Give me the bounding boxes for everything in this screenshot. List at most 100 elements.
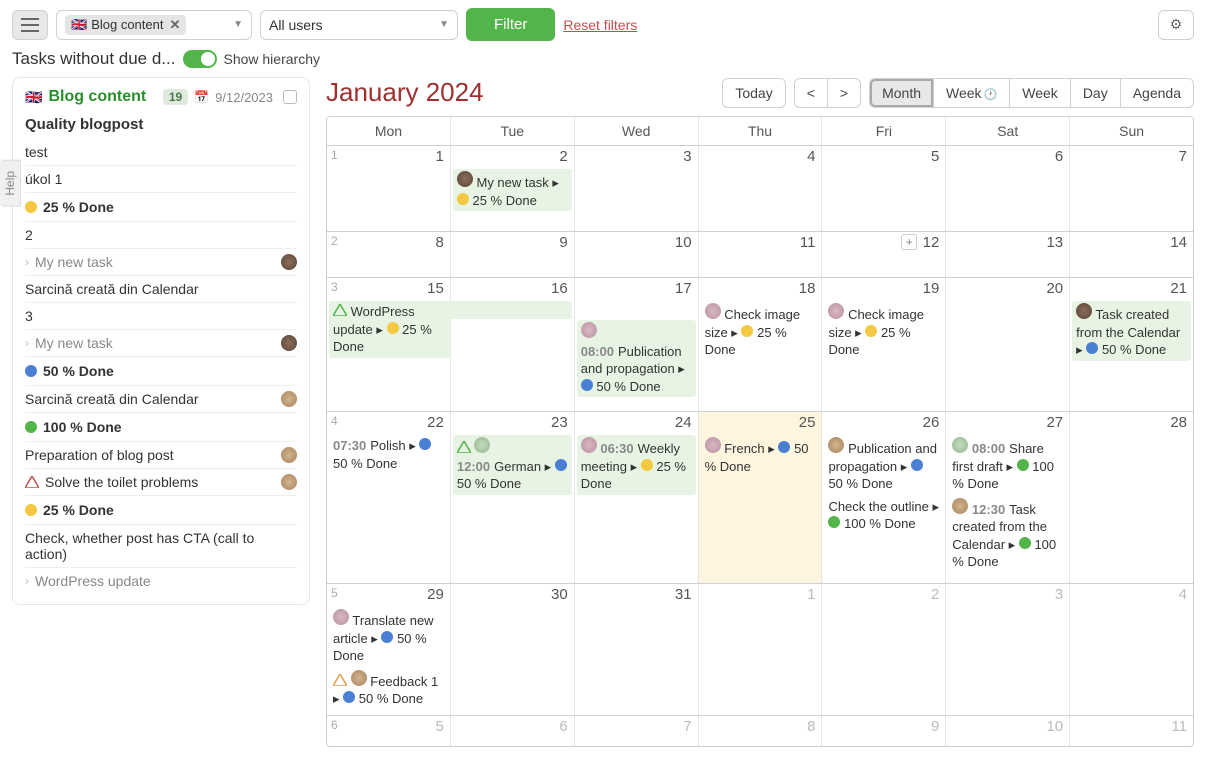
task-item[interactable]: 3 — [25, 303, 297, 330]
calendar-event[interactable]: My new task ▸ 25 % Done — [453, 169, 572, 211]
status-dot-icon — [343, 691, 355, 703]
dow-header: Mon — [327, 117, 451, 145]
calendar-day[interactable]: 12+ — [822, 232, 946, 277]
view-week[interactable]: Week — [1009, 78, 1071, 108]
calendar-day[interactable]: 6 — [451, 716, 575, 746]
calendar-day[interactable]: 29 Translate new article ▸ 50 % Done Fee… — [327, 584, 451, 715]
view-week-work[interactable]: Week🕐 — [933, 78, 1010, 108]
project-header[interactable]: 🇬🇧 Blog content 19 📅 9/12/2023 — [25, 88, 297, 106]
view-month[interactable]: Month — [869, 78, 934, 108]
calendar-day[interactable]: 3 — [946, 584, 1070, 715]
hierarchy-toggle[interactable] — [183, 50, 217, 68]
task-item[interactable]: 2 — [25, 222, 297, 249]
calendar-day[interactable]: 17 08:00Publication and propagation ▸ 50… — [575, 278, 699, 411]
task-item[interactable]: Sarcină creată din Calendar — [25, 386, 297, 413]
calendar-event[interactable]: Publication and propagation ▸ 50 % Done — [824, 435, 943, 495]
filter-button[interactable]: Filter — [466, 8, 555, 41]
prev-button[interactable]: < — [794, 78, 828, 108]
task-item[interactable]: Sarcină creată din Calendar — [25, 276, 297, 303]
reset-filters-link[interactable]: Reset filters — [563, 17, 637, 33]
calendar-event[interactable]: 06:30Weekly meeting ▸ 25 % Done — [577, 435, 696, 495]
calendar-day[interactable]: 15 WordPress update ▸ 25 % Done — [327, 278, 451, 411]
help-tab[interactable]: Help — [0, 160, 21, 207]
calendar-day[interactable]: 4 — [1070, 584, 1193, 715]
calendar-day[interactable]: 18 Check image size ▸ 25 % Done — [699, 278, 823, 411]
next-button[interactable]: > — [827, 78, 861, 108]
remove-chip-icon[interactable]: ✕ — [169, 17, 180, 33]
calendar-day[interactable]: 2 — [822, 584, 946, 715]
calendar-day[interactable]: 10 — [575, 232, 699, 277]
project-dropdown[interactable]: 🇬🇧 Blog content ✕ ▼ — [56, 10, 252, 40]
calendar-event[interactable]: French ▸ 50 % Done — [701, 435, 820, 477]
calendar-day[interactable]: 11 — [1070, 716, 1193, 746]
task-item[interactable]: ›My new task — [25, 330, 297, 357]
expander-icon[interactable]: › — [25, 255, 29, 269]
calendar-event[interactable]: Check image size ▸ 25 % Done — [824, 301, 943, 361]
calendar-day[interactable]: 14 — [1070, 232, 1193, 277]
calendar-day[interactable]: 1 — [327, 146, 451, 231]
calendar-day[interactable]: 8 — [699, 716, 823, 746]
project-checkbox[interactable] — [283, 90, 297, 104]
calendar-day[interactable]: 16 — [451, 278, 575, 411]
today-button[interactable]: Today — [722, 78, 785, 108]
calendar-event[interactable]: 12:00German ▸ 50 % Done — [453, 435, 572, 495]
users-dropdown[interactable]: All users ▼ — [260, 10, 458, 40]
project-chip[interactable]: 🇬🇧 Blog content ✕ — [65, 15, 186, 35]
calendar-day[interactable]: 7 — [575, 716, 699, 746]
calendar-day-today[interactable]: 25 French ▸ 50 % Done — [699, 412, 823, 583]
calendar-event[interactable]: Feedback 1 ▸ 50 % Done — [329, 668, 448, 710]
task-item[interactable]: ›My new task — [25, 249, 297, 276]
task-item[interactable]: ›WordPress update — [25, 568, 297, 594]
calendar-event[interactable]: Task created from the Calendar ▸ 50 % Do… — [1072, 301, 1191, 361]
calendar-day[interactable]: 7 — [1070, 146, 1193, 231]
calendar-event[interactable]: 08:00Share first draft ▸ 100 % Done — [948, 435, 1067, 495]
calendar-day[interactable]: 9 — [822, 716, 946, 746]
calendar-event[interactable]: 07:30Polish ▸ 50 % Done — [329, 435, 448, 474]
calendar-day[interactable]: 2 My new task ▸ 25 % Done — [451, 146, 575, 231]
task-item[interactable]: Solve the toilet problems — [25, 469, 297, 496]
calendar-day[interactable]: 5 — [327, 716, 451, 746]
calendar-event[interactable]: Check image size ▸ 25 % Done — [701, 301, 820, 361]
calendar-day[interactable]: 9 — [451, 232, 575, 277]
calendar-day[interactable]: 26 Publication and propagation ▸ 50 % Do… — [822, 412, 946, 583]
calendar-day[interactable]: 6 — [946, 146, 1070, 231]
add-event-button[interactable]: + — [901, 234, 917, 250]
view-agenda[interactable]: Agenda — [1120, 78, 1194, 108]
calendar-day[interactable]: 28 — [1070, 412, 1193, 583]
calendar-day[interactable]: 19 Check image size ▸ 25 % Done — [822, 278, 946, 411]
calendar-day[interactable]: 30 — [451, 584, 575, 715]
calendar-day[interactable]: 4 — [699, 146, 823, 231]
task-item[interactable]: Check, whether post has CTA (call to act… — [25, 525, 297, 568]
view-day[interactable]: Day — [1070, 78, 1121, 108]
calendar-event[interactable]: 08:00Publication and propagation ▸ 50 % … — [577, 320, 696, 397]
avatar — [828, 303, 844, 319]
calendar-day[interactable]: 10 — [946, 716, 1070, 746]
settings-button[interactable]: ⚙ — [1158, 10, 1194, 40]
calendar-event[interactable]: 12:30Task created from the Calendar ▸ 10… — [948, 496, 1067, 573]
calendar-day[interactable]: 31 — [575, 584, 699, 715]
calendar-day[interactable]: 3 — [575, 146, 699, 231]
dow-header: Tue — [451, 117, 575, 145]
calendar-day[interactable]: 11 — [699, 232, 823, 277]
calendar-day[interactable]: 24 06:30Weekly meeting ▸ 25 % Done — [575, 412, 699, 583]
calendar-day[interactable]: 20 — [946, 278, 1070, 411]
warning-icon — [333, 674, 347, 686]
calendar-event[interactable]: WordPress update ▸ 25 % Done — [329, 301, 451, 358]
task-item[interactable]: úkol 1 — [25, 166, 297, 193]
expander-icon[interactable]: › — [25, 336, 29, 350]
hamburger-menu[interactable] — [12, 10, 48, 40]
calendar-event[interactable]: Translate new article ▸ 50 % Done — [329, 607, 448, 667]
task-item[interactable]: test — [25, 139, 297, 166]
calendar-day[interactable]: 22 07:30Polish ▸ 50 % Done — [327, 412, 451, 583]
expander-icon[interactable]: › — [25, 574, 29, 588]
calendar-day[interactable]: 5 — [822, 146, 946, 231]
calendar-day[interactable]: 23 12:00German ▸ 50 % Done — [451, 412, 575, 583]
calendar-day[interactable]: 21 Task created from the Calendar ▸ 50 %… — [1070, 278, 1193, 411]
calendar-day[interactable]: 27 08:00Share first draft ▸ 100 % Done 1… — [946, 412, 1070, 583]
calendar-day[interactable]: 8 — [327, 232, 451, 277]
calendar-day[interactable]: 1 — [699, 584, 823, 715]
task-item[interactable]: Preparation of blog post — [25, 442, 297, 469]
calendar-event[interactable]: Check the outline ▸ 100 % Done — [824, 496, 943, 535]
calendar-day[interactable]: 13 — [946, 232, 1070, 277]
status-dot-icon — [25, 201, 37, 213]
